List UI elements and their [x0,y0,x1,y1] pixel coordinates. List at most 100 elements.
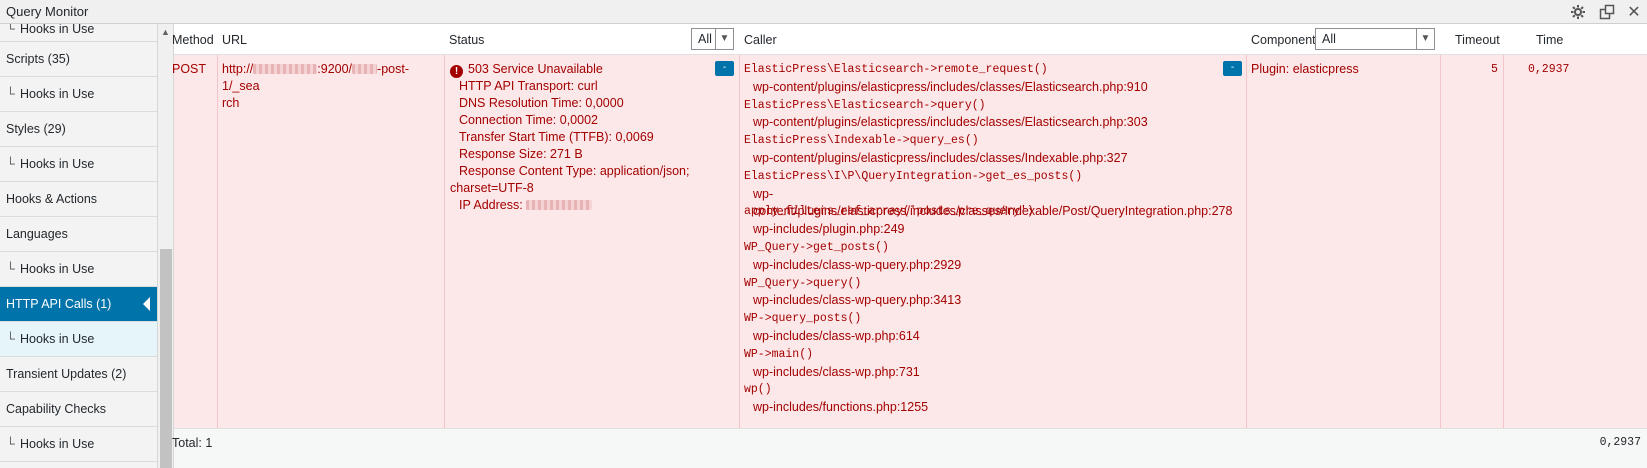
status-toggle-button[interactable]: - [715,61,734,76]
column-header-caller[interactable]: Caller [744,33,777,47]
redacted-index [352,64,378,74]
sidebar-item-label: Capability Checks [6,402,107,416]
caller-file-link[interactable]: wp-content/plugins/elasticpress/includes… [744,114,1224,132]
column-header-component[interactable]: Component [1251,33,1316,47]
caller-function: ElasticPress\I\P\QueryIntegration->get_e… [744,169,1083,183]
status-ip-label: IP Address: [459,198,523,212]
sidebar-item[interactable]: Styles (29) [0,112,157,147]
sidebar-item-label: Hooks in Use [20,437,95,451]
column-header-url[interactable]: URL [222,33,247,47]
sidebar-scrollbar[interactable]: ▲ [158,24,174,468]
status-filter-select[interactable]: All ▼ [691,28,734,50]
caller-function: WP->main() [744,347,814,361]
cell-method: POST [172,62,207,76]
caller-file-link[interactable]: wp-includes/class-wp.php:614 [744,328,1224,346]
caller-file-link[interactable]: wp-includes/class-wp-query.php:3413 [744,292,1224,310]
caller-file-link[interactable]: wp-content/plugins/elasticpress/includes… [744,186,1232,218]
sidebar-item-label: Hooks in Use [20,87,95,101]
component-filter-value: All [1322,32,1336,46]
sidebar-item-label: Hooks & Actions [6,192,98,206]
caller-function: WP_Query->get_posts() [744,240,889,254]
caller-toggle-button[interactable]: - [1223,61,1242,76]
popout-icon[interactable] [1597,2,1617,22]
sidebar-item[interactable]: Capability Checks [0,392,157,427]
url-prefix: http:// [222,62,254,76]
sidebar-item-label: Languages [6,227,68,241]
sidebar-item[interactable]: └ Hooks in Use [0,427,157,462]
sidebar-item-label: Styles (29) [6,122,66,136]
settings-gear-icon[interactable] [1568,2,1588,22]
window-title: Query Monitor [6,4,89,19]
sidebar-item[interactable]: Hooks & Actions [0,182,157,217]
sidebar-item-label: Hooks in Use [20,262,95,276]
caller-function: WP_Query->query() [744,276,862,290]
column-divider [217,55,218,428]
column-header-timeout[interactable]: Timeout [1455,33,1500,47]
sidebar-item[interactable]: └ Hooks in Use [0,77,157,112]
sub-item-glyph: └ [6,157,15,171]
chevron-down-icon: ▼ [1416,29,1434,49]
caller-function: ElasticPress\Elasticsearch->remote_reque… [744,63,1048,76]
url-port: :9200/ [317,62,353,76]
caller-function: wp() [744,383,772,397]
sidebar-item[interactable]: Scripts (35) [0,42,157,77]
url-suffix-wrap: rch [222,96,240,110]
caller-file-link[interactable]: wp-includes/class-wp-query.php:2929 [744,257,1224,275]
cell-caller: ElasticPress\Elasticsearch->remote_reque… [744,61,1232,417]
sidebar-item[interactable]: Languages [0,217,157,252]
status-detail-line: Connection Time: 0,0002 [459,113,598,127]
status-title: 503 Service Unavailable [468,62,603,76]
total-time: 0,2937 [1599,436,1641,449]
sub-item-glyph: └ [6,87,15,101]
caller-file-link[interactable]: wp-includes/functions.php:1255 [744,399,1224,417]
close-icon[interactable]: ✕ [1624,2,1644,22]
caller-file-link[interactable]: wp-includes/class-wp.php:731 [744,364,1224,382]
caller-function: WP->query_posts() [744,312,862,326]
cell-time: 0,2937 [1528,63,1570,76]
scroll-up-arrow-icon[interactable]: ▲ [161,27,170,37]
table-row: POST http://:9200/-post-1/_sea rch ! 503 … [172,55,1647,428]
column-divider [444,55,445,428]
cell-status: ! 503 Service Unavailable HTTP API Transp… [450,61,690,214]
title-bar: Query Monitor ✕ [0,0,1647,24]
chevron-down-icon: ▼ [715,29,733,49]
cell-timeout: 5 [1491,63,1498,76]
sidebar-item-label: HTTP API Calls (1) [6,297,112,311]
sidebar-item[interactable]: └ Hooks in Use [0,322,157,357]
table-header: Method URL Status All ▼ Caller Component… [172,24,1647,55]
caller-file-link[interactable]: wp-content/plugins/elasticpress/includes… [744,79,1224,97]
sidebar-item-label: Scripts (35) [6,52,70,66]
sidebar-item[interactable]: └ Hooks in Use [0,24,157,42]
error-icon: ! [450,65,463,78]
column-header-method[interactable]: Method [172,33,214,47]
component-filter-select[interactable]: All ▼ [1315,28,1435,50]
sub-item-glyph: └ [6,437,15,451]
caller-file-link[interactable]: wp-includes/plugin.php:249 [744,221,1224,239]
sidebar-item[interactable]: Transient Updates (2) [0,357,157,392]
caller-function: ElasticPress\Elasticsearch->query() [744,98,986,112]
http-api-calls-table: Method URL Status All ▼ Caller Component… [172,24,1647,468]
sidebar-item[interactable]: └ Hooks in Use [0,252,157,287]
total-count: Total: 1 [172,436,213,450]
column-header-time[interactable]: Time [1536,33,1563,47]
column-divider [739,55,740,428]
status-ip: IP Address: [450,197,690,214]
sidebar-nav: └ Hooks in Use Scripts (35) └ Hooks in Use St… [0,24,158,468]
sub-item-glyph: └ [6,262,15,276]
status-detail-line: Response Content Type: application/json; [459,164,690,178]
sidebar-item[interactable]: └ Hooks in Use [0,147,157,182]
sidebar-item[interactable]: HTTP API Calls (1) [0,287,157,322]
sub-item-glyph: └ [6,332,15,346]
status-wrap: charset=UTF-8 [450,181,534,195]
column-header-status[interactable]: Status [449,33,484,47]
sidebar-item-label: Hooks in Use [20,157,95,171]
status-detail-line: Transfer Start Time (TTFB): 0,0069 [459,130,654,144]
sidebar-item-label: Hooks in Use [20,332,95,346]
sidebar-item-label: Transient Updates (2) [6,367,127,381]
cell-url[interactable]: http://:9200/-post-1/_sea rch [222,61,440,112]
column-divider [1246,55,1247,428]
redacted-host [253,64,318,74]
scrollbar-thumb[interactable] [160,249,172,468]
caller-file-link[interactable]: wp-content/plugins/elasticpress/includes… [744,150,1224,168]
status-detail-line: HTTP API Transport: curl [459,79,598,93]
